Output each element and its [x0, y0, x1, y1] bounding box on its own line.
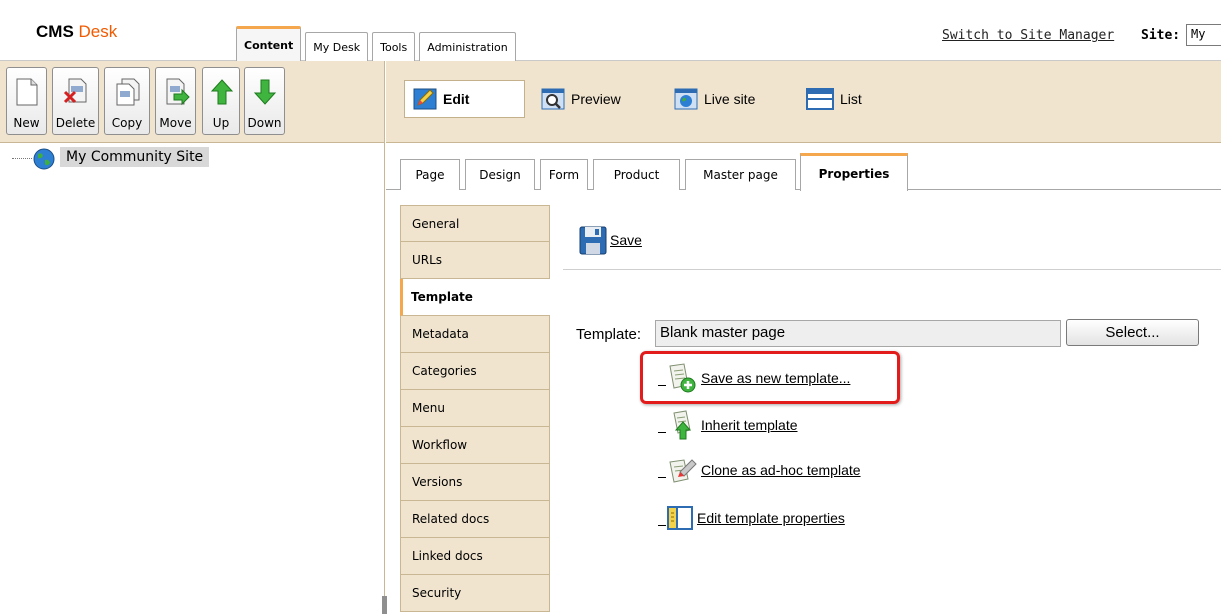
edit-icon [413, 88, 437, 110]
sub-tabs: Page Design Form Product Master page Pro… [386, 143, 1221, 191]
preview-icon [541, 88, 565, 110]
up-button-label: Up [212, 116, 230, 130]
properties-item-general[interactable]: General [400, 205, 550, 242]
delete-button-label: Delete [55, 116, 96, 130]
save-button-label: Save [610, 232, 642, 248]
mode-toolbar: Edit Preview Live site List [386, 61, 1221, 143]
copy-button[interactable]: Copy [104, 67, 150, 135]
template-properties-icon [667, 506, 693, 530]
move-button[interactable]: Move [155, 67, 196, 135]
floppy-disk-icon [579, 226, 607, 255]
tab-product[interactable]: Product [593, 159, 680, 190]
properties-item-related-docs[interactable]: Related docs [400, 501, 550, 538]
tree-node-root[interactable]: My Community Site [60, 147, 210, 167]
tree-connector [12, 158, 32, 159]
arrow-down-icon [253, 79, 277, 105]
properties-item-menu[interactable]: Menu [400, 390, 550, 427]
template-name-field: Blank master page [655, 320, 1061, 347]
underline-spacer [658, 525, 666, 526]
live-site-mode-button[interactable]: Live site [674, 80, 755, 118]
tab-tools[interactable]: Tools [372, 32, 416, 61]
properties-item-template[interactable]: Template [400, 279, 550, 316]
properties-item-versions[interactable]: Versions [400, 464, 550, 501]
splitter-handle[interactable] [382, 596, 387, 614]
inherit-template-label: Inherit template [701, 417, 798, 433]
tab-content[interactable]: Content [236, 26, 302, 61]
edit-template-properties-link[interactable]: Edit template properties [658, 503, 845, 533]
globe-icon [33, 148, 55, 170]
edit-mode-label: Edit [443, 91, 470, 107]
header-bar: CMS Desk Content My Desk Tools Administr… [0, 0, 1221, 61]
content-tree: My Community Site [0, 143, 385, 614]
preview-mode-label: Preview [571, 91, 621, 107]
properties-item-metadata[interactable]: Metadata [400, 316, 550, 353]
inherit-template-link[interactable]: Inherit template [658, 410, 798, 440]
tab-properties[interactable]: Properties [800, 153, 908, 191]
tab-design[interactable]: Design [465, 159, 535, 190]
new-document-icon [16, 78, 38, 106]
properties-item-workflow[interactable]: Workflow [400, 427, 550, 464]
switch-to-site-manager-link[interactable]: Switch to Site Manager [942, 28, 1114, 43]
site-select[interactable]: My [1186, 24, 1221, 46]
document-toolbar: New Delete Copy Move Up Down [0, 61, 385, 143]
tab-form[interactable]: Form [540, 159, 588, 190]
logo-accent-text: Desk [78, 22, 118, 41]
properties-item-urls[interactable]: URLs [400, 242, 550, 279]
edit-template-properties-label: Edit template properties [697, 510, 845, 526]
properties-item-linked-docs[interactable]: Linked docs [400, 538, 550, 575]
tab-my-desk[interactable]: My Desk [305, 32, 369, 61]
tab-master-page[interactable]: Master page [685, 159, 796, 190]
delete-button[interactable]: Delete [52, 67, 99, 135]
list-icon [806, 88, 834, 110]
edit-mode-button[interactable]: Edit [404, 80, 525, 118]
live-site-mode-label: Live site [704, 91, 756, 107]
new-button[interactable]: New [6, 67, 47, 135]
highlight-annotation [640, 351, 900, 404]
clone-template-icon [669, 459, 697, 483]
save-button[interactable]: Save [578, 224, 642, 256]
properties-item-categories[interactable]: Categories [400, 353, 550, 390]
properties-item-security[interactable]: Security [400, 575, 550, 612]
up-button[interactable]: Up [202, 67, 240, 135]
clone-template-label: Clone as ad-hoc template [701, 462, 861, 478]
down-button-label: Down [247, 116, 282, 130]
move-button-label: Move [159, 116, 192, 130]
main-tabs: Content My Desk Tools Administration [236, 26, 520, 61]
delete-document-icon [63, 78, 87, 104]
logo-bold-text: CMS [36, 22, 74, 41]
arrow-up-icon [210, 79, 234, 105]
list-mode-button[interactable]: List [806, 80, 862, 118]
copy-button-label: Copy [111, 116, 143, 130]
tab-administration[interactable]: Administration [419, 32, 516, 61]
move-document-icon [166, 78, 190, 106]
down-button[interactable]: Down [244, 67, 285, 135]
list-mode-label: List [840, 91, 862, 107]
select-template-button[interactable]: Select... [1066, 319, 1199, 346]
site-label: Site: [1141, 28, 1181, 43]
preview-mode-button[interactable]: Preview [541, 80, 621, 118]
content-divider [563, 269, 1221, 270]
live-site-icon [674, 88, 698, 110]
app-logo: CMS Desk [36, 22, 117, 42]
tab-page[interactable]: Page [400, 159, 460, 190]
inherit-template-icon [673, 410, 692, 440]
underline-spacer [658, 477, 666, 478]
underline-spacer [658, 432, 666, 433]
copy-document-icon [116, 78, 140, 106]
template-field-label: Template: [576, 326, 642, 343]
clone-template-link[interactable]: Clone as ad-hoc template [658, 455, 861, 485]
new-button-label: New [13, 116, 40, 130]
